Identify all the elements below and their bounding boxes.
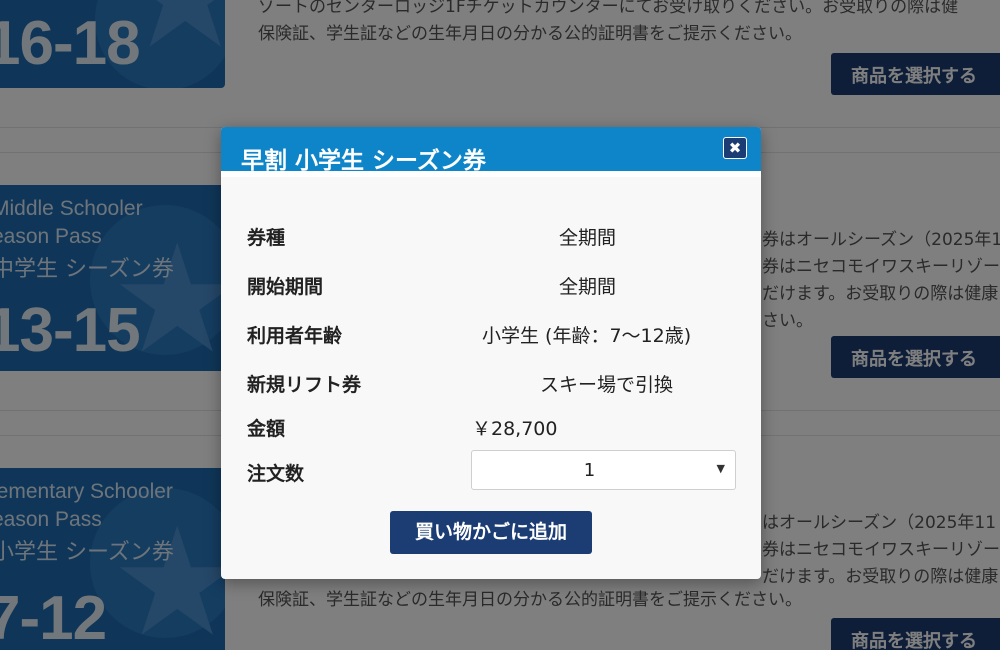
start-period-label: 開始期間 [247,276,324,298]
user-age-row: 利用者年齢 小学生 (年齢：7〜12歳) [247,321,737,351]
quantity-value: 1 [583,460,596,481]
price-row: 金額 ￥28,700 [247,414,737,444]
modal-header: 早割 小学生 シーズン券 ✖ [221,127,761,177]
quantity-select[interactable]: 1 ▼ [471,450,736,490]
user-age-value: 小学生 (年齢：7〜12歳) [482,325,692,347]
ticket-type-value: 全期間 [559,227,617,249]
start-period-value: 全期間 [559,276,617,298]
ticket-type-label: 券種 [247,227,286,249]
close-icon: ✖ [728,139,742,157]
lift-ticket-value: スキー場で引換 [540,374,674,396]
lift-ticket-label: 新規リフト券 [247,374,362,396]
add-to-cart-button[interactable]: 買い物かごに追加 [390,511,592,554]
lift-ticket-row: 新規リフト券 スキー場で引換 [247,370,737,400]
user-age-label: 利用者年齢 [247,325,343,347]
quantity-label: 注文数 [247,463,305,485]
caret-down-icon: ▼ [716,462,725,475]
price-label: 金額 [247,418,286,440]
ticket-type-row: 券種 全期間 [247,223,737,253]
price-value: ￥28,700 [472,418,558,440]
modal-title: 早割 小学生 シーズン券 [241,148,486,174]
start-period-row: 開始期間 全期間 [247,272,737,302]
close-button[interactable]: ✖ [723,137,747,159]
product-modal: 早割 小学生 シーズン券 ✖ 券種 全期間 開始期間 全期間 利用者年齢 小学生… [221,127,761,579]
